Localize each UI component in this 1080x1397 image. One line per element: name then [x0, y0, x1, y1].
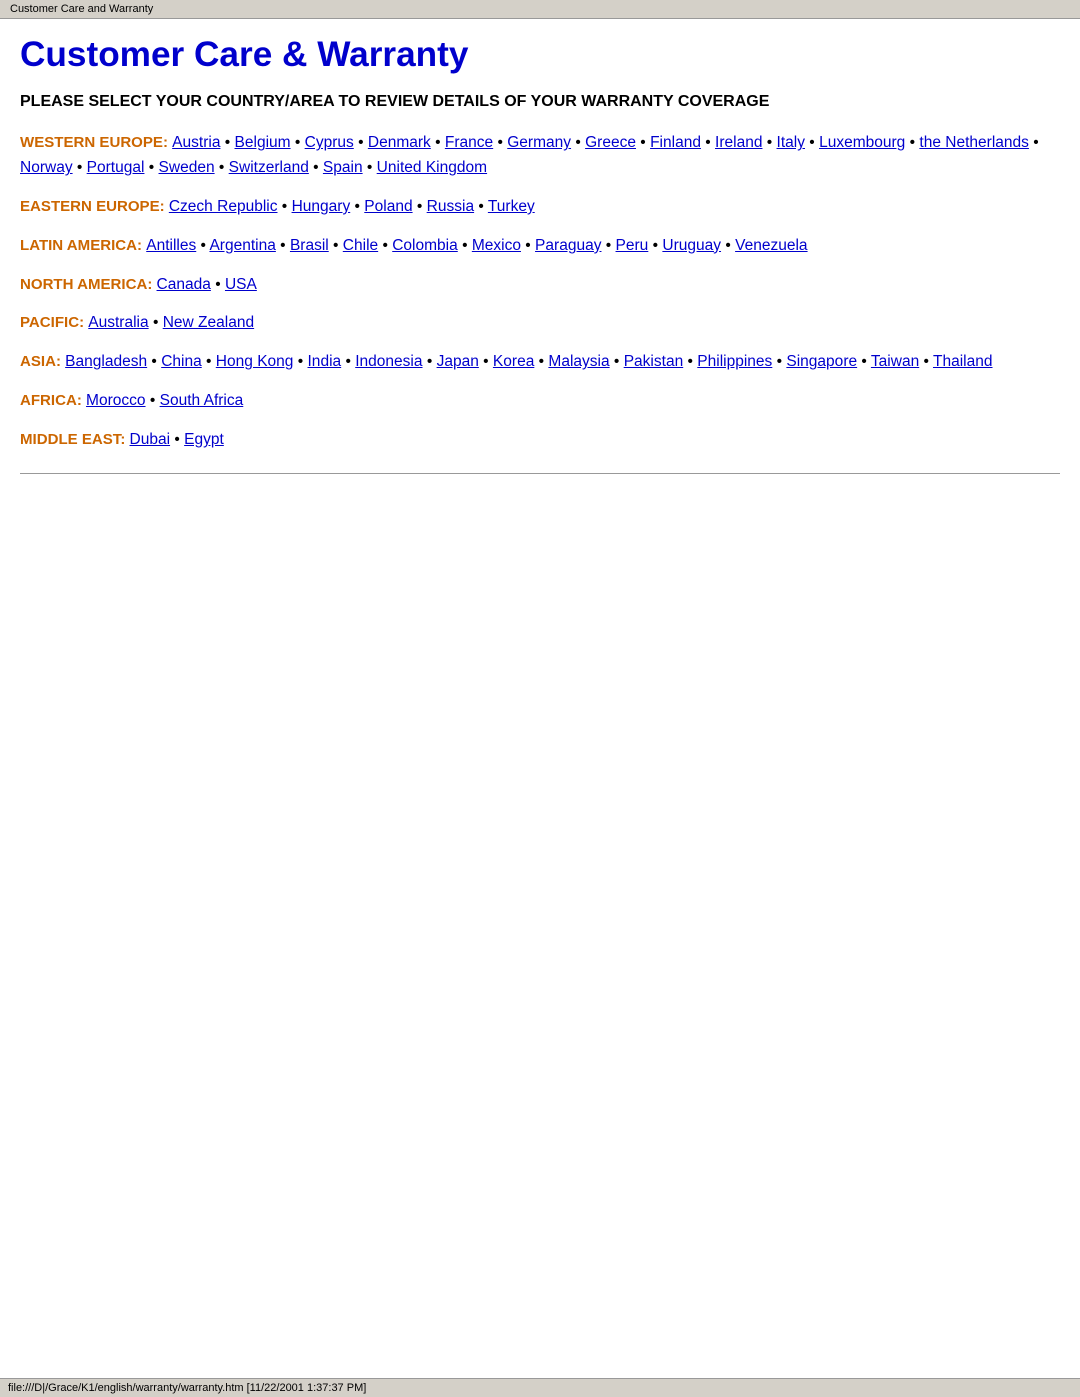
- country-link[interactable]: Pakistan: [624, 353, 684, 370]
- region-label: AFRICA:: [20, 392, 86, 409]
- country-link[interactable]: Egypt: [184, 431, 224, 448]
- country-link[interactable]: Belgium: [235, 134, 291, 151]
- country-link[interactable]: Luxembourg: [819, 134, 905, 151]
- country-link[interactable]: Uruguay: [662, 237, 721, 254]
- country-link[interactable]: Hong Kong: [216, 353, 294, 370]
- country-link[interactable]: Canada: [157, 276, 211, 293]
- country-link[interactable]: USA: [225, 276, 257, 293]
- country-link[interactable]: Turkey: [488, 198, 535, 215]
- country-link[interactable]: Taiwan: [871, 353, 919, 370]
- region-label: ASIA:: [20, 353, 65, 370]
- country-link[interactable]: Brasil: [290, 237, 329, 254]
- country-link[interactable]: Hungary: [292, 198, 351, 215]
- main-content: Customer Care & Warranty PLEASE SELECT Y…: [0, 19, 1080, 534]
- country-link[interactable]: Finland: [650, 134, 701, 151]
- country-link[interactable]: France: [445, 134, 493, 151]
- region-label: EASTERN EUROPE:: [20, 198, 169, 215]
- country-link[interactable]: Portugal: [87, 159, 145, 176]
- country-link[interactable]: Indonesia: [355, 353, 422, 370]
- region-label: NORTH AMERICA:: [20, 276, 157, 293]
- region-label: LATIN AMERICA:: [20, 237, 146, 254]
- country-link[interactable]: Austria: [172, 134, 220, 151]
- regions-container: WESTERN EUROPE: Austria • Belgium • Cypr…: [20, 131, 1060, 452]
- country-link[interactable]: Philippines: [697, 353, 772, 370]
- country-link[interactable]: Thailand: [933, 353, 993, 370]
- region-block: LATIN AMERICA: Antilles • Argentina • Br…: [20, 234, 1060, 259]
- region-label: MIDDLE EAST:: [20, 431, 130, 448]
- divider: [20, 473, 1060, 474]
- country-link[interactable]: Mexico: [472, 237, 521, 254]
- country-link[interactable]: Korea: [493, 353, 534, 370]
- country-link[interactable]: Sweden: [159, 159, 215, 176]
- country-link[interactable]: Bangladesh: [65, 353, 147, 370]
- region-label: PACIFIC:: [20, 314, 88, 331]
- region-block: EASTERN EUROPE: Czech Republic • Hungary…: [20, 195, 1060, 220]
- country-link[interactable]: Malaysia: [548, 353, 609, 370]
- country-link[interactable]: India: [308, 353, 342, 370]
- country-link[interactable]: Czech Republic: [169, 198, 278, 215]
- page-heading: Customer Care & Warranty: [20, 35, 1060, 75]
- tab-title: Customer Care and Warranty: [10, 3, 153, 15]
- country-link[interactable]: Argentina: [209, 237, 275, 254]
- country-link[interactable]: Peru: [616, 237, 649, 254]
- country-link[interactable]: China: [161, 353, 202, 370]
- country-link[interactable]: Japan: [437, 353, 479, 370]
- region-block: WESTERN EUROPE: Austria • Belgium • Cypr…: [20, 131, 1060, 181]
- country-link[interactable]: Cyprus: [305, 134, 354, 151]
- country-link[interactable]: Australia: [88, 314, 148, 331]
- region-block: AFRICA: Morocco • South Africa: [20, 389, 1060, 414]
- country-link[interactable]: Italy: [777, 134, 805, 151]
- country-link[interactable]: Poland: [364, 198, 412, 215]
- page-subtitle: PLEASE SELECT YOUR COUNTRY/AREA TO REVIE…: [20, 91, 1060, 113]
- country-link[interactable]: New Zealand: [163, 314, 254, 331]
- region-block: ASIA: Bangladesh • China • Hong Kong • I…: [20, 350, 1060, 375]
- country-link[interactable]: South Africa: [160, 392, 244, 409]
- country-link[interactable]: Russia: [427, 198, 474, 215]
- country-link[interactable]: the Netherlands: [919, 134, 1029, 151]
- country-link[interactable]: Ireland: [715, 134, 762, 151]
- country-link[interactable]: Switzerland: [229, 159, 309, 176]
- country-link[interactable]: Spain: [323, 159, 363, 176]
- country-link[interactable]: Denmark: [368, 134, 431, 151]
- region-block: NORTH AMERICA: Canada • USA: [20, 273, 1060, 298]
- country-link[interactable]: Paraguay: [535, 237, 601, 254]
- country-link[interactable]: Dubai: [130, 431, 171, 448]
- country-link[interactable]: Chile: [343, 237, 378, 254]
- country-link[interactable]: Singapore: [786, 353, 857, 370]
- country-link[interactable]: Morocco: [86, 392, 146, 409]
- status-text: file:///D|/Grace/K1/english/warranty/war…: [8, 1382, 366, 1394]
- region-label: WESTERN EUROPE:: [20, 134, 172, 151]
- country-link[interactable]: Venezuela: [735, 237, 807, 254]
- country-link[interactable]: Germany: [507, 134, 571, 151]
- country-link[interactable]: Antilles: [146, 237, 196, 254]
- region-block: MIDDLE EAST: Dubai • Egypt: [20, 428, 1060, 453]
- browser-tab: Customer Care and Warranty: [0, 0, 1080, 19]
- region-block: PACIFIC: Australia • New Zealand: [20, 311, 1060, 336]
- country-link[interactable]: Greece: [585, 134, 636, 151]
- country-link[interactable]: Colombia: [392, 237, 458, 254]
- status-bar: file:///D|/Grace/K1/english/warranty/war…: [0, 1378, 1080, 1397]
- country-link[interactable]: United Kingdom: [377, 159, 487, 176]
- country-link[interactable]: Norway: [20, 159, 73, 176]
